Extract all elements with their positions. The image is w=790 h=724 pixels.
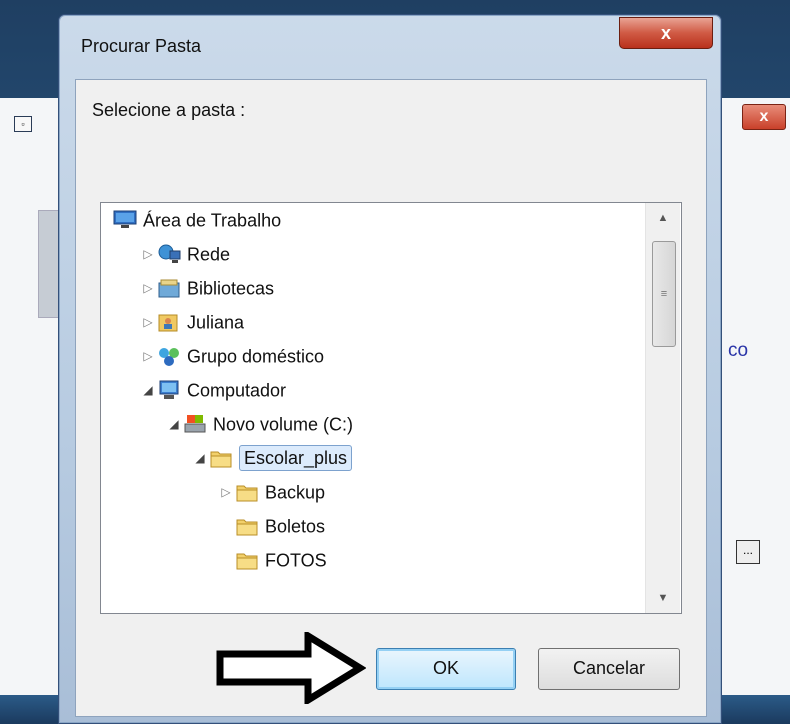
tree-item-label: Backup <box>265 482 326 503</box>
tree-item[interactable]: FOTOS <box>217 543 327 575</box>
tree-item-label: Boletos <box>265 516 326 537</box>
libraries-icon <box>157 277 181 299</box>
tree-item-label: Rede <box>187 244 231 265</box>
folder-icon <box>235 515 259 537</box>
folder-icon <box>235 481 259 503</box>
tree-item-label: Escolar_plus <box>239 445 353 472</box>
tree-item-label: Juliana <box>187 312 245 333</box>
network-icon <box>157 243 181 265</box>
folder-icon <box>209 447 233 469</box>
expand-arrow-icon[interactable]: ▷ <box>217 476 235 508</box>
expand-arrow-icon[interactable]: ▷ <box>139 272 157 304</box>
background-partial-text: co <box>728 340 749 361</box>
pointing-arrow-icon <box>216 632 366 704</box>
tree-item-label: Novo volume (C:) <box>213 414 354 435</box>
tree-scrollbar[interactable]: ▲ ≡ ▼ <box>645 203 680 613</box>
tree-item[interactable]: ▷ Bibliotecas <box>139 271 274 303</box>
tree-item-label: Computador <box>187 380 287 401</box>
user-folder-icon <box>157 311 181 333</box>
tree-item-label: Área de Trabalho <box>143 210 282 231</box>
ok-button[interactable]: OK <box>376 648 516 690</box>
dialog-title: Procurar Pasta <box>81 36 202 56</box>
tree-item[interactable]: ◢ Escolar_plus <box>191 441 353 474</box>
scroll-down-arrow-icon[interactable]: ▼ <box>646 583 680 613</box>
tree-item[interactable]: ▷ Backup <box>217 475 325 507</box>
scrollbar-thumb[interactable]: ≡ <box>652 241 676 347</box>
tree-item-label: Grupo doméstico <box>187 346 325 367</box>
collapse-arrow-icon[interactable]: ◢ <box>165 408 183 440</box>
tree-item[interactable]: Boletos <box>217 509 325 541</box>
cancel-button[interactable]: Cancelar <box>538 648 680 690</box>
tree-item[interactable]: ▷ Grupo doméstico <box>139 339 324 371</box>
expand-arrow-icon[interactable]: ▷ <box>139 306 157 338</box>
close-button[interactable]: x <box>619 17 713 49</box>
tree-item-label: FOTOS <box>265 550 327 571</box>
browse-folder-dialog: Procurar Pasta x Selecione a pasta : Áre… <box>58 14 722 724</box>
tree-item[interactable]: Área de Trabalho <box>113 203 281 235</box>
tree-item[interactable]: ◢ Novo volume (C:) <box>165 407 353 439</box>
background-ellipsis-button[interactable]: ... <box>736 540 760 564</box>
folder-icon <box>235 549 259 571</box>
background-app-icon: ▫ <box>14 116 32 132</box>
dialog-client-area: Selecione a pasta : Área de Trabalho ▷ Red… <box>75 79 707 717</box>
homegroup-icon <box>157 345 181 367</box>
computer-icon <box>157 379 181 401</box>
folder-prompt: Selecione a pasta : <box>92 100 246 120</box>
background-close-button[interactable]: x <box>742 104 786 130</box>
scroll-up-arrow-icon[interactable]: ▲ <box>646 203 680 233</box>
tree-item[interactable]: ▷ Rede <box>139 237 230 269</box>
drive-icon <box>183 413 207 435</box>
collapse-arrow-icon[interactable]: ◢ <box>191 442 209 474</box>
expand-arrow-icon[interactable]: ▷ <box>139 238 157 270</box>
tree-item-label: Bibliotecas <box>187 278 275 299</box>
desktop-icon <box>113 209 137 231</box>
expand-arrow-icon[interactable]: ▷ <box>139 340 157 372</box>
collapse-arrow-icon[interactable]: ◢ <box>139 374 157 406</box>
tree-item[interactable]: ◢ Computador <box>139 373 286 405</box>
tree-item[interactable]: ▷ Juliana <box>139 305 244 337</box>
folder-tree[interactable]: Área de Trabalho ▷ Rede ▷ Bibliotecas ▷ Julian… <box>100 202 682 614</box>
